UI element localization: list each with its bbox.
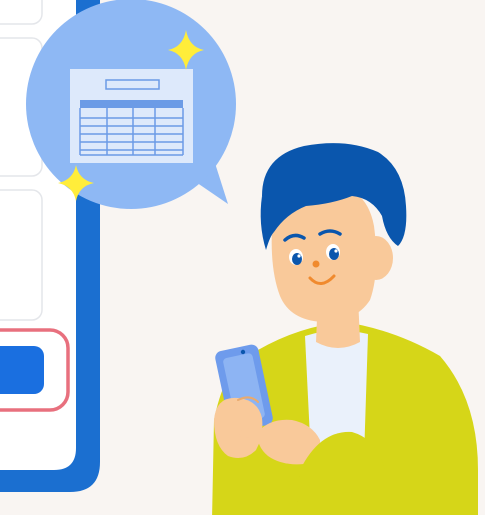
cta-button[interactable] (0, 346, 44, 394)
content-card (0, 189, 43, 321)
illustration-scene (0, 0, 485, 515)
person-pupil (292, 253, 302, 265)
person-nose (312, 260, 320, 268)
person (212, 143, 478, 515)
speech-bubble (26, 0, 236, 209)
person-hand (214, 397, 263, 458)
person-eye-shine (334, 249, 338, 253)
person-pupil (329, 248, 339, 260)
illustration-svg (0, 0, 478, 515)
spreadsheet-document-icon (70, 69, 193, 163)
content-card (0, 0, 43, 25)
person-eye-shine (297, 254, 301, 258)
